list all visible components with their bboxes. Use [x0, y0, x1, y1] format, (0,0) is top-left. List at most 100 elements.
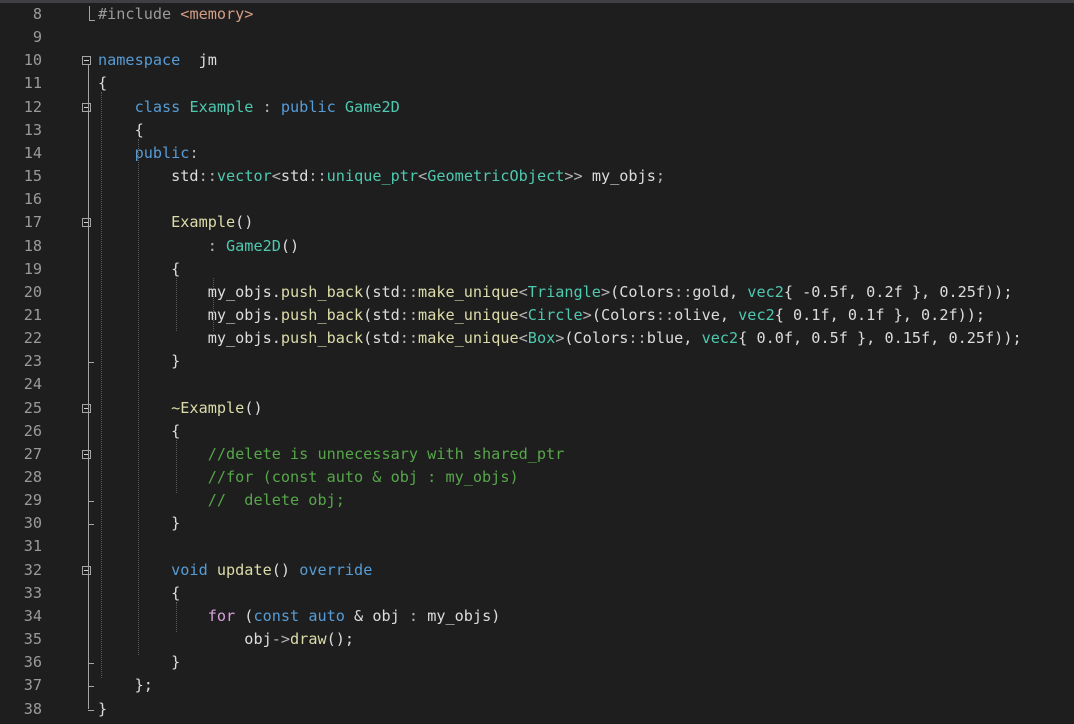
- code-text[interactable]: my_objs.push_back(std::make_unique<Trian…: [98, 281, 1013, 304]
- code-text[interactable]: //delete is unnecessary with shared_ptr: [98, 443, 565, 466]
- code-text[interactable]: std::vector<std::unique_ptr<GeometricObj…: [98, 165, 665, 188]
- code-token: >: [600, 282, 611, 301]
- code-line[interactable]: 31: [0, 535, 1074, 558]
- code-line[interactable]: 25 ~Example(): [0, 397, 1074, 420]
- code-text[interactable]: //for (const auto & obj : my_objs): [98, 466, 519, 489]
- code-token: (Colors: [564, 329, 629, 348]
- code-token: { -0.5f, 0.2f }, 0.25f));: [783, 282, 1013, 301]
- outline-rail-end: [89, 20, 95, 21]
- code-token: (): [271, 560, 300, 579]
- code-text[interactable]: public:: [98, 142, 199, 165]
- code-text[interactable]: namespace jm: [98, 49, 217, 72]
- code-token: std: [280, 167, 309, 186]
- code-line[interactable]: 15 std::vector<std::unique_ptr<Geometric…: [0, 165, 1074, 188]
- code-text[interactable]: {: [98, 72, 107, 95]
- code-line[interactable]: 18 : Game2D(): [0, 235, 1074, 258]
- code-line[interactable]: 32 void update() override: [0, 559, 1074, 582]
- collapse-toggle-icon[interactable]: [82, 56, 91, 66]
- code-text[interactable]: obj->draw();: [98, 628, 354, 651]
- code-token: Circle: [527, 305, 583, 324]
- code-line[interactable]: 21 my_objs.push_back(std::make_unique<Ci…: [0, 304, 1074, 327]
- code-token: (std: [363, 305, 400, 324]
- code-editor[interactable]: 8 #include <memory> 9 10 namespace jm 11 {12 c…: [0, 0, 1074, 724]
- code-line[interactable]: 27 //delete is unnecessary with shared_p…: [0, 443, 1074, 466]
- code-text[interactable]: for (const auto & obj : my_objs): [98, 605, 501, 628]
- code-token: <: [518, 282, 528, 301]
- code-text[interactable]: : Game2D(): [98, 235, 299, 258]
- code-text[interactable]: my_objs.push_back(std::make_unique<Box>(…: [98, 327, 1022, 350]
- line-number: 10: [23, 51, 42, 70]
- code-token: { 0.0f, 0.5f }, 0.15f, 0.25f));: [738, 329, 1022, 348]
- line-number: 38: [23, 699, 42, 718]
- line-number: 17: [23, 213, 42, 232]
- code-line[interactable]: 14 public:: [0, 142, 1074, 165]
- code-line[interactable]: 12 class Example : public Game2D: [0, 96, 1074, 119]
- code-text[interactable]: #include <memory>: [98, 3, 253, 26]
- code-line[interactable]: 35 obj->draw();: [0, 628, 1074, 651]
- collapse-toggle-icon[interactable]: [82, 403, 91, 413]
- line-number: 36: [23, 653, 42, 672]
- code-token: ::: [399, 282, 419, 301]
- collapse-toggle-icon[interactable]: [82, 565, 91, 575]
- code-line[interactable]: 10 namespace jm: [0, 49, 1074, 72]
- code-token: ::: [674, 282, 693, 301]
- collapse-toggle-icon[interactable]: [82, 102, 91, 112]
- collapse-toggle-icon[interactable]: [82, 449, 91, 459]
- code-line[interactable]: 16: [0, 188, 1074, 211]
- outline-rail: [88, 574, 89, 664]
- code-text[interactable]: ~Example(): [98, 397, 262, 420]
- indent-guide: [175, 277, 177, 332]
- collapse-toggle-icon[interactable]: [82, 218, 91, 228]
- code-token: gold,: [692, 282, 748, 301]
- code-line[interactable]: 23 }: [0, 350, 1074, 373]
- code-line[interactable]: 30 }: [0, 512, 1074, 535]
- code-line[interactable]: 8 #include <memory>: [0, 3, 1074, 26]
- code-token: <: [518, 305, 528, 324]
- code-line[interactable]: 33 {: [0, 582, 1074, 605]
- code-line[interactable]: 36 }: [0, 651, 1074, 674]
- code-token: ::: [655, 305, 675, 324]
- code-line[interactable]: 37 };: [0, 674, 1074, 697]
- code-line[interactable]: 22 my_objs.push_back(std::make_unique<Bo…: [0, 327, 1074, 350]
- code-text[interactable]: class Example : public Game2D: [98, 96, 400, 119]
- code-text[interactable]: my_objs.push_back(std::make_unique<Circl…: [98, 304, 985, 327]
- code-token: olive,: [674, 305, 739, 324]
- code-text[interactable]: }: [98, 698, 107, 721]
- code-token: {: [98, 120, 144, 139]
- line-number: 30: [23, 514, 42, 533]
- line-number: 9: [32, 28, 42, 47]
- code-line[interactable]: 38}: [0, 698, 1074, 721]
- code-text[interactable]: Example(): [98, 211, 253, 234]
- code-text[interactable]: };: [98, 674, 153, 697]
- code-token: auto: [299, 606, 345, 625]
- code-token: (std: [363, 282, 400, 301]
- line-number: 14: [23, 143, 42, 162]
- code-token: >: [582, 305, 592, 324]
- line-number: 37: [23, 676, 42, 695]
- code-line[interactable]: 13 {: [0, 119, 1074, 142]
- code-line[interactable]: 29 // delete obj;: [0, 489, 1074, 512]
- code-token: Example: [180, 97, 254, 116]
- code-token: Box: [527, 329, 556, 348]
- code-token: (Colors: [591, 305, 656, 324]
- code-token: //delete is unnecessary with shared_ptr: [98, 444, 565, 463]
- code-token: };: [98, 676, 153, 695]
- code-line[interactable]: 26 {: [0, 420, 1074, 443]
- code-token: vec2: [701, 329, 739, 348]
- code-line[interactable]: 17 Example(): [0, 211, 1074, 234]
- indent-guide: [213, 277, 215, 332]
- code-line[interactable]: 28 //for (const auto & obj : my_objs): [0, 466, 1074, 489]
- line-number: 26: [23, 421, 42, 440]
- code-line[interactable]: 11 {: [0, 72, 1074, 95]
- code-line[interactable]: 9: [0, 26, 1074, 49]
- code-token: Example: [98, 213, 236, 232]
- code-line[interactable]: 19 {: [0, 258, 1074, 281]
- code-line[interactable]: 34 for (const auto & obj : my_objs): [0, 605, 1074, 628]
- code-line[interactable]: 24: [0, 373, 1074, 396]
- code-text[interactable]: // delete obj;: [98, 489, 345, 512]
- code-token: ::: [198, 167, 217, 186]
- code-text[interactable]: {: [98, 119, 144, 142]
- code-line[interactable]: 20 my_objs.push_back(std::make_unique<Tr…: [0, 281, 1074, 304]
